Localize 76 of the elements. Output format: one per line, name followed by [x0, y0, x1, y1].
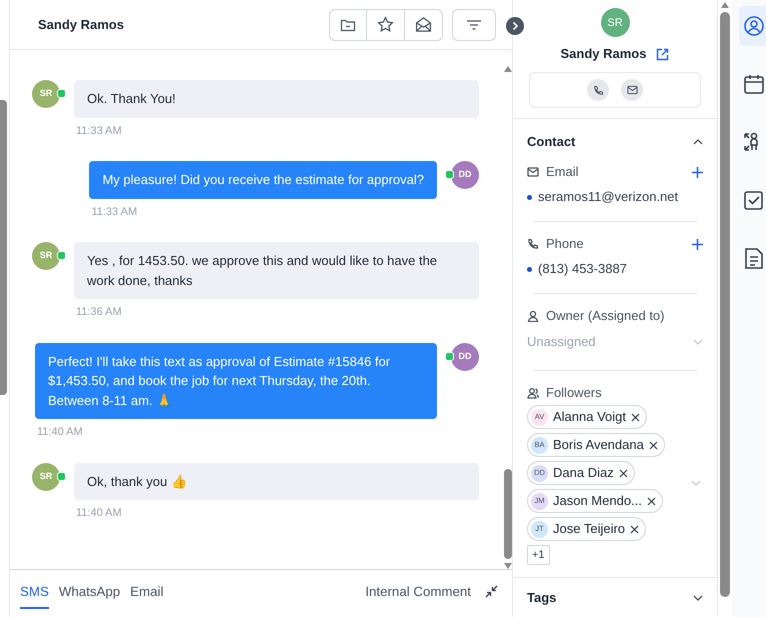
collapse-icon[interactable] — [485, 585, 498, 598]
field-label: Email — [546, 164, 579, 180]
channel-tab[interactable]: Email — [130, 582, 164, 609]
bullet-icon — [527, 266, 532, 272]
remove-icon[interactable] — [646, 496, 656, 506]
field-label: Owner (Assigned to) — [546, 308, 664, 324]
message-time: 11:33 AM — [91, 204, 138, 220]
scrollbar-thumb[interactable] — [504, 469, 512, 559]
phone-icon — [527, 238, 539, 250]
message-bubble: Ok. Thank You! — [74, 80, 479, 118]
phone-icon — [592, 84, 604, 96]
user-icon — [527, 310, 539, 322]
note-icon — [743, 247, 765, 269]
follower-name: Dana Diaz — [553, 465, 614, 481]
email-button[interactable] — [621, 79, 643, 101]
section-title: Tags — [527, 590, 556, 606]
scrollbar-thumb[interactable] — [720, 12, 730, 597]
follower-name: Alanna Voigt — [553, 409, 626, 425]
remove-icon[interactable] — [630, 524, 640, 534]
external-link-icon[interactable] — [656, 48, 670, 60]
sms-badge-icon — [57, 472, 66, 480]
more-count[interactable]: +1 — [527, 545, 550, 565]
add-icon[interactable] — [692, 166, 703, 178]
sms-badge-icon — [445, 170, 454, 179]
message-time: 11:33 AM — [76, 124, 123, 138]
message-bubble: Yes , for 1453.50. we approve this and would like to have the work done, thanks — [74, 242, 479, 299]
contact-name: Sandy Ramos — [560, 46, 646, 62]
remove-icon[interactable] — [648, 440, 658, 450]
sms-badge-icon — [57, 89, 66, 98]
message-bubble: Perfect! I'll take this text as approval of Estimate #15846 for $1,453.50, and book the job for next Thursday, the 20th. Between 8-11 am. 🙏 — [35, 342, 437, 419]
message-time: 11:40 AM — [76, 506, 123, 521]
chevron-icon[interactable] — [693, 595, 703, 601]
chevron-right-icon — [511, 21, 519, 31]
chevron-down-icon — [693, 339, 703, 345]
call-button[interactable] — [587, 79, 609, 101]
field-label: Followers — [546, 385, 602, 401]
envelope-open-icon — [415, 16, 432, 33]
calendar-icon — [743, 73, 765, 95]
remove-icon[interactable] — [631, 412, 640, 422]
scroll-down-icon[interactable] — [504, 563, 512, 569]
scrollbar-thumb[interactable] — [0, 100, 7, 395]
star-button[interactable] — [367, 8, 405, 40]
sms-badge-icon — [445, 352, 454, 360]
follower-name: Jose Teijeiro — [553, 521, 626, 537]
message-bubble: Ok, thank you 👍 — [74, 462, 479, 500]
message-time: 11:36 AM — [76, 305, 123, 320]
channel-tab[interactable]: SMS — [20, 582, 49, 609]
sms-badge-icon — [57, 251, 66, 260]
conversation-title: Sandy Ramos — [38, 16, 124, 34]
message-bubble: My pleasure! Did you receive the estimate for approval? — [89, 161, 437, 198]
field-label: Phone — [546, 236, 584, 252]
envelope-open-button[interactable] — [405, 8, 443, 40]
envelope-icon — [626, 85, 638, 95]
contact-avatar: SR — [600, 8, 630, 37]
folder-button[interactable] — [329, 8, 367, 40]
message-time: 11:40 AM — [37, 425, 83, 440]
users-icon — [527, 387, 539, 399]
follower-name: Jason Mendo... — [553, 493, 642, 509]
task-list-icon — [743, 189, 765, 211]
section-title: Contact — [527, 134, 576, 150]
contact-icon — [743, 15, 765, 37]
phone-value: (813) 453-3887 — [538, 261, 627, 277]
add-icon[interactable] — [692, 238, 703, 250]
filter-icon — [466, 18, 482, 32]
bullet-icon — [527, 194, 532, 200]
channel-tab[interactable]: WhatsApp — [58, 582, 120, 609]
star-icon — [377, 16, 394, 33]
remove-icon[interactable] — [618, 468, 628, 478]
follower-name: Boris Avendana — [553, 437, 644, 453]
scroll-up-icon[interactable] — [504, 66, 512, 72]
chevron-icon[interactable] — [693, 139, 703, 145]
envelope-icon — [527, 167, 539, 177]
internal-comment-tab[interactable]: Internal Comment — [365, 582, 471, 602]
email-value: seramos11@verizon.net — [538, 189, 678, 205]
collapse-button[interactable] — [506, 17, 524, 35]
chevron-down-icon — [691, 480, 701, 486]
